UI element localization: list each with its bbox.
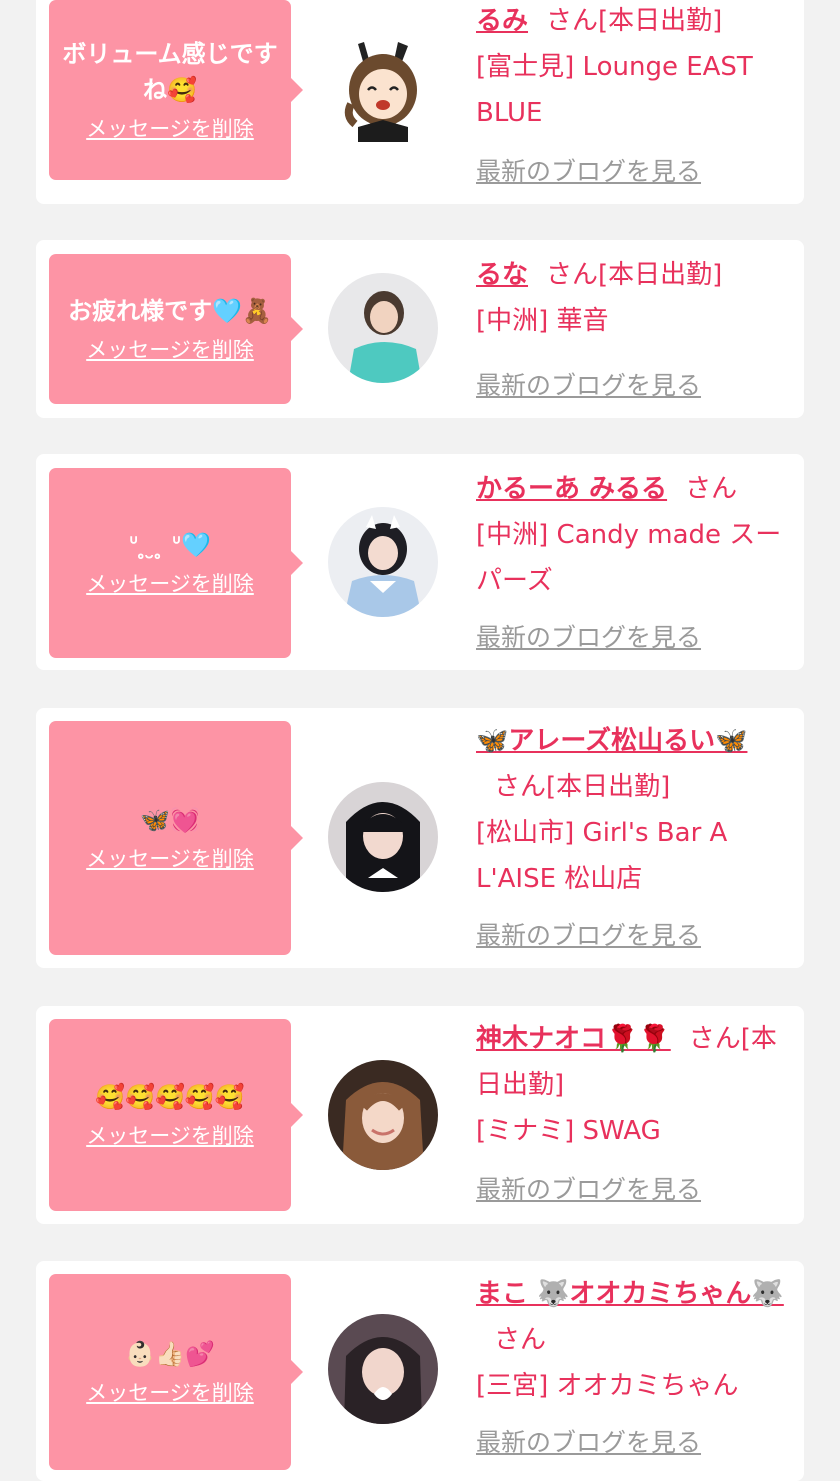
- message-card: 🦋💓 メッセージを削除 🦋アレーズ松山るい🦋 さん[本日出勤] [松山市] Gir…: [36, 708, 804, 968]
- san-label: さん: [494, 1325, 547, 1355]
- message-text: 🦋💓: [140, 806, 200, 834]
- blog-link[interactable]: 最新のブログを見る: [476, 152, 701, 188]
- shop-label: [中洲] Candy made スーパーズ: [476, 520, 782, 596]
- photo-avatar-icon: [328, 782, 438, 892]
- blog-link[interactable]: 最新のブログを見る: [476, 1423, 701, 1459]
- avatar[interactable]: [328, 782, 438, 892]
- san-label: さん: [688, 1024, 741, 1054]
- cast-info: 神木ナオコ🌹🌹 さん[本日出勤] [ミナミ] SWAG: [476, 1016, 790, 1154]
- message-bubble: ᐡ ̥ ̮ ̥ ᐡ🩵 メッセージを削除: [49, 468, 303, 658]
- san-label: さん: [546, 6, 599, 36]
- blog-link[interactable]: 最新のブログを見る: [476, 1170, 701, 1206]
- message-card: ᐡ ̥ ̮ ̥ ᐡ🩵 メッセージを削除 かるーあ みるる さん [中洲] Cand…: [36, 454, 804, 670]
- message-text: 🥰🥰🥰🥰🥰: [95, 1083, 245, 1111]
- message-card: 🥰🥰🥰🥰🥰 メッセージを削除 神木ナオコ🌹🌹 さん[本日出勤] [ミナミ] SWA…: [36, 1006, 804, 1224]
- avatar[interactable]: [328, 507, 438, 617]
- avatar[interactable]: [328, 32, 438, 142]
- photo-avatar-icon: [328, 273, 438, 383]
- cast-name-link[interactable]: るみ: [476, 6, 528, 36]
- photo-avatar-icon: [328, 507, 438, 617]
- shop-label: [富士見] Lounge EAST BLUE: [476, 52, 753, 128]
- san-label: さん: [685, 474, 738, 504]
- blog-link[interactable]: 最新のブログを見る: [476, 366, 701, 402]
- cast-name-link[interactable]: 🦋アレーズ松山るい🦋: [476, 726, 747, 756]
- cast-name-link[interactable]: かるーあ みるる: [476, 474, 667, 504]
- message-text: 👶🏻👍🏻💕: [125, 1340, 215, 1368]
- shop-label: [ミナミ] SWAG: [476, 1116, 661, 1146]
- delete-message-link[interactable]: メッセージを削除: [86, 569, 254, 599]
- san-label: さん: [494, 772, 547, 802]
- message-text: お疲れ様です🩵🧸: [68, 297, 272, 325]
- cast-name-link[interactable]: るな: [476, 260, 528, 290]
- message-bubble: お疲れ様です🩵🧸 メッセージを削除: [49, 254, 303, 404]
- message-card: ボリューム感じですね🥰 メッセージを削除 るみ さん[本日出勤] [富士見] Lo…: [36, 0, 804, 204]
- message-bubble: 🦋💓 メッセージを削除: [49, 721, 303, 955]
- message-bubble: 👶🏻👍🏻💕 メッセージを削除: [49, 1274, 303, 1470]
- status-label: [本日出勤]: [546, 772, 671, 802]
- status-label: [本日出勤]: [598, 6, 723, 36]
- photo-avatar-icon: [328, 1314, 438, 1424]
- cast-info: るみ さん[本日出勤] [富士見] Lounge EAST BLUE: [476, 0, 790, 136]
- shop-label: [松山市] Girl's Bar A L'AISE 松山店: [476, 818, 728, 894]
- delete-message-link[interactable]: メッセージを削除: [86, 114, 254, 144]
- message-bubble: 🥰🥰🥰🥰🥰 メッセージを削除: [49, 1019, 303, 1211]
- photo-avatar-icon: [328, 1060, 438, 1170]
- message-card: お疲れ様です🩵🧸 メッセージを削除 るな さん[本日出勤] [中洲] 華音 最新の…: [36, 240, 804, 418]
- cast-info: まこ 🐺オオカミちゃん🐺 さん [三宮] オオカミちゃん: [476, 1271, 790, 1409]
- delete-message-link[interactable]: メッセージを削除: [86, 844, 254, 874]
- delete-message-link[interactable]: メッセージを削除: [86, 1121, 254, 1151]
- message-card: 👶🏻👍🏻💕 メッセージを削除 まこ 🐺オオカミちゃん🐺 さん [三宮] オオカミち…: [36, 1261, 804, 1481]
- avatar[interactable]: [328, 1314, 438, 1424]
- avatar[interactable]: [328, 273, 438, 383]
- message-text: ᐡ ̥ ̮ ̥ ᐡ🩵: [128, 531, 212, 559]
- cast-info: るな さん[本日出勤] [中洲] 華音: [476, 252, 790, 344]
- blog-link[interactable]: 最新のブログを見る: [476, 618, 701, 654]
- message-text: ボリューム感じですね🥰: [62, 40, 278, 104]
- cast-info: 🦋アレーズ松山るい🦋 さん[本日出勤] [松山市] Girl's Bar A L'…: [476, 718, 790, 902]
- cast-name-link[interactable]: まこ 🐺オオカミちゃん🐺: [476, 1279, 784, 1309]
- san-label: さん: [546, 260, 599, 290]
- delete-message-link[interactable]: メッセージを削除: [86, 335, 254, 365]
- shop-label: [中洲] 華音: [476, 306, 609, 336]
- cast-info: かるーあ みるる さん [中洲] Candy made スーパーズ: [476, 466, 790, 604]
- shop-label: [三宮] オオカミちゃん: [476, 1371, 739, 1401]
- cartoon-avatar-icon: [344, 42, 417, 142]
- status-label: [本日出勤]: [598, 260, 723, 290]
- delete-message-link[interactable]: メッセージを削除: [86, 1378, 254, 1408]
- cast-name-link[interactable]: 神木ナオコ🌹🌹: [476, 1024, 671, 1054]
- message-bubble: ボリューム感じですね🥰 メッセージを削除: [49, 0, 303, 180]
- avatar[interactable]: [328, 1060, 438, 1170]
- blog-link[interactable]: 最新のブログを見る: [476, 916, 701, 952]
